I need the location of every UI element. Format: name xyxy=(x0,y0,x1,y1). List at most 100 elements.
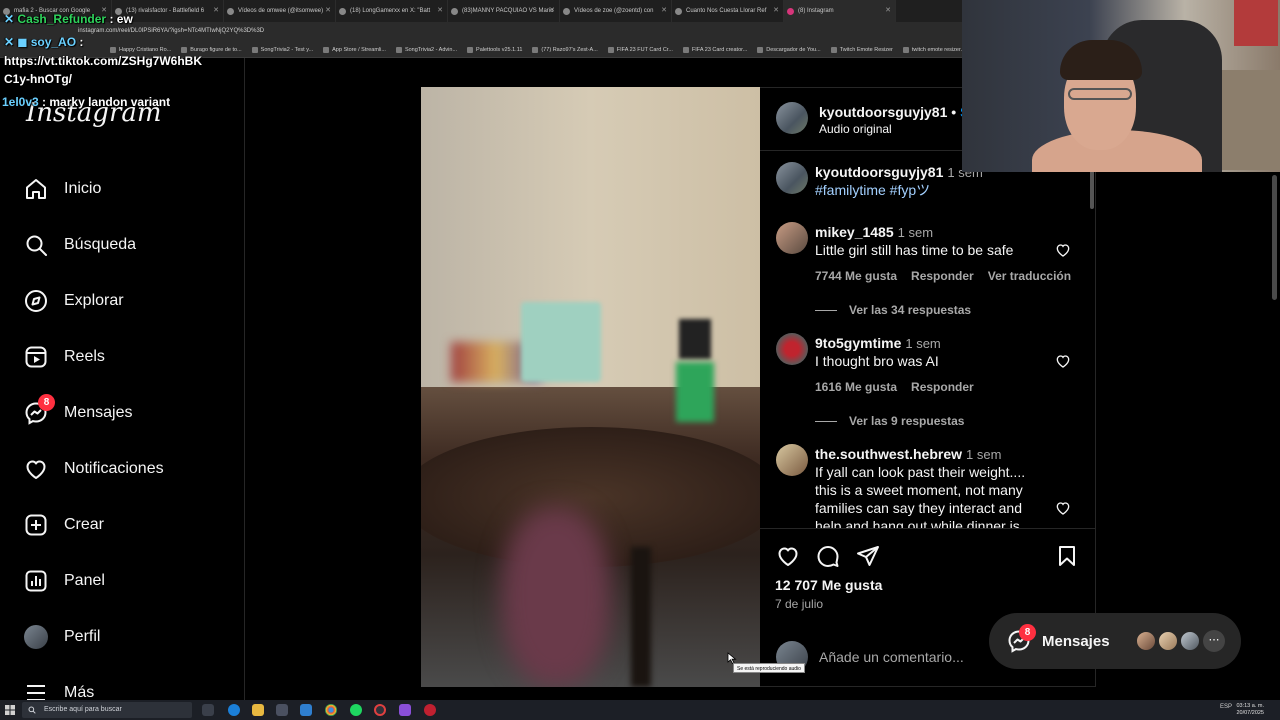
sidebar-item-explorar[interactable]: Explorar xyxy=(24,286,124,316)
mail-icon[interactable] xyxy=(300,704,312,716)
browser-tab[interactable]: (83)MANNY PACQUIAO VS Mario ✕ xyxy=(448,0,560,22)
taskbar-clock[interactable]: 03:13 a. m. 20/07/2025 xyxy=(1236,703,1264,717)
app-icon[interactable] xyxy=(424,704,436,716)
translate-button[interactable]: Ver traducción xyxy=(988,269,1071,283)
close-icon[interactable]: ✕ xyxy=(549,0,555,22)
like-comment-heart-icon[interactable] xyxy=(1055,353,1071,369)
tab-title: (13) rivalsfactor - Battlefield 6 xyxy=(126,8,205,14)
obs-icon[interactable] xyxy=(374,704,386,716)
close-icon[interactable]: ✕ xyxy=(325,0,331,22)
sidebar-item-label: Inicio xyxy=(64,180,102,197)
post-caption[interactable]: #familytime #fypツ xyxy=(815,181,1035,199)
comment-username[interactable]: 9to5gymtime 1 sem xyxy=(815,335,941,351)
comment-bubble-icon[interactable] xyxy=(816,544,840,568)
like-comment-heart-icon[interactable] xyxy=(1055,242,1071,258)
sidebar-item-notificaciones[interactable]: Notificaciones xyxy=(24,454,164,484)
close-icon[interactable]: ✕ xyxy=(773,0,779,22)
bookmark-item[interactable]: SongTrivia2 - Test y... xyxy=(251,46,313,53)
notification-badge: 8 xyxy=(1019,624,1036,641)
sidebar-item-perfil[interactable]: Perfil xyxy=(24,622,100,652)
browser-tab[interactable]: (18) LongGamerxx en X: "Batt ✕ xyxy=(336,0,448,22)
sidebar-item-inicio[interactable]: Inicio xyxy=(24,174,101,204)
chat-text: C1y-hnOTg/ xyxy=(4,72,72,86)
store-icon[interactable] xyxy=(276,704,288,716)
close-icon[interactable]: ✕ xyxy=(213,0,219,22)
audio-label[interactable]: Audio original xyxy=(819,122,892,136)
notification-badge: 8 xyxy=(38,394,55,411)
reply-button[interactable]: Responder xyxy=(911,380,974,394)
twitch-icon[interactable] xyxy=(399,704,411,716)
audio-playing-tooltip: Se está reproduciendo audio xyxy=(733,663,805,673)
browser-tab[interactable]: Vídeos de omwee (@itsomwee) ✕ xyxy=(224,0,336,22)
commenter-avatar[interactable] xyxy=(776,333,808,365)
author-avatar[interactable] xyxy=(776,162,808,194)
search-icon xyxy=(26,235,47,256)
like-comment-heart-icon[interactable] xyxy=(1055,500,1071,516)
comment-username[interactable]: mikey_1485 1 sem xyxy=(815,224,933,240)
sidebar-item-busqueda[interactable]: Búsqueda xyxy=(24,230,136,260)
bookmark-item[interactable]: FIFA 23 Card creator... xyxy=(682,46,747,53)
task-view-icon[interactable] xyxy=(202,704,214,716)
comments-scrollbar[interactable] xyxy=(1090,169,1094,209)
bookmark-item[interactable]: Burago figure de to... xyxy=(181,46,242,53)
bookmark-item[interactable]: (77) Razo97's Zest-A... xyxy=(532,46,598,53)
tab-title: Vídeos de zoe (@zoentd) con xyxy=(574,8,654,14)
file-explorer-icon[interactable] xyxy=(252,704,264,716)
spotify-icon[interactable] xyxy=(350,704,362,716)
bookmark-item[interactable]: Twitch Emote Resizer xyxy=(830,46,893,53)
comment-username[interactable]: the.southwest.hebrew 1 sem xyxy=(815,446,1001,462)
close-icon[interactable]: ✕ xyxy=(885,0,891,22)
messages-floating-button[interactable]: 8 Mensajes ⋯ xyxy=(989,613,1241,669)
browser-tab[interactable]: Vídeos de zoe (@zoentd) con ✕ xyxy=(560,0,672,22)
view-replies-button[interactable]: Ver las 34 respuestas xyxy=(815,303,971,317)
commenter-avatar[interactable] xyxy=(776,222,808,254)
bookmark-icon xyxy=(607,46,614,53)
taskbar-search[interactable]: Escribe aquí para buscar xyxy=(22,702,192,718)
bookmark-item[interactable]: App Store / Streamli... xyxy=(323,46,386,53)
likes-count[interactable]: 12 707 Me gusta xyxy=(775,577,882,593)
browser-tab-active[interactable]: (8) Instagram ✕ xyxy=(784,0,896,22)
edge-icon[interactable] xyxy=(228,704,240,716)
sidebar-item-mensajes[interactable]: 8 Mensajes xyxy=(24,394,132,428)
tab-title: Cuanto Nos Cuesta Llorar Ref xyxy=(686,8,767,14)
avatar xyxy=(24,625,48,649)
bookmark-item[interactable]: Happy Cristiano Ro... xyxy=(110,46,171,53)
taskbar-search-placeholder: Escribe aquí para buscar xyxy=(44,706,122,713)
browser-tab[interactable]: Cuanto Nos Cuesta Llorar Ref ✕ xyxy=(672,0,784,22)
bookmark-icon[interactable] xyxy=(1055,544,1079,568)
view-replies-button[interactable]: Ver las 9 respuestas xyxy=(815,414,964,428)
commenter-avatar[interactable] xyxy=(776,444,808,476)
bookmark-item[interactable]: twitch emote resizer... xyxy=(902,46,965,53)
tab-title: (83)MANNY PACQUIAO VS Mario xyxy=(462,8,554,14)
sidebar-item-crear[interactable]: Crear xyxy=(24,510,104,540)
caption-author[interactable]: kyoutdoorsguyjy81 1 sem xyxy=(815,164,983,180)
author-avatar[interactable] xyxy=(776,102,808,134)
windows-start-icon[interactable] xyxy=(5,705,15,715)
share-paper-plane-icon[interactable] xyxy=(856,544,880,568)
reply-button[interactable]: Responder xyxy=(911,269,974,283)
bookmark-icon xyxy=(395,46,402,53)
chat-badge-icon: ✕ ◼ xyxy=(4,35,28,49)
close-icon[interactable]: ✕ xyxy=(437,0,443,22)
bookmark-item[interactable]: Palettools v25.1.11 xyxy=(467,46,522,53)
comment-likes[interactable]: 7744 Me gusta xyxy=(815,269,897,283)
system-tray-language[interactable]: ESP xyxy=(1220,704,1232,710)
comment-likes[interactable]: 1616 Me gusta xyxy=(815,380,897,394)
url-text[interactable]: instagram.com/reel/DL0IPSiR6YA/?igsh=NTc… xyxy=(78,28,264,34)
add-comment-input[interactable]: Añade un comentario... xyxy=(819,649,964,665)
bookmark-icon xyxy=(682,46,689,53)
author-username[interactable]: kyoutdoorsguyjy81 • S xyxy=(819,104,969,120)
close-icon[interactable]: ✕ xyxy=(661,0,667,22)
chat-text: : ew xyxy=(109,12,133,26)
like-heart-icon[interactable] xyxy=(776,544,800,568)
comments-list[interactable]: kyoutdoorsguyjy81 1 sem #familytime #fypツ… xyxy=(760,151,1096,529)
sidebar-item-label: Búsqueda xyxy=(64,236,137,253)
reel-video[interactable] xyxy=(421,87,760,687)
sidebar-item-reels[interactable]: Reels xyxy=(24,342,105,372)
bookmark-item[interactable]: Descargador de You... xyxy=(757,46,821,53)
bookmark-item[interactable]: FIFA 23 FUT Card Cr... xyxy=(607,46,673,53)
page-scrollbar[interactable] xyxy=(1272,175,1277,300)
chrome-icon[interactable] xyxy=(325,704,337,716)
sidebar-item-panel[interactable]: Panel xyxy=(24,566,105,596)
bookmark-item[interactable]: SongTrivia2 - Advin... xyxy=(395,46,457,53)
